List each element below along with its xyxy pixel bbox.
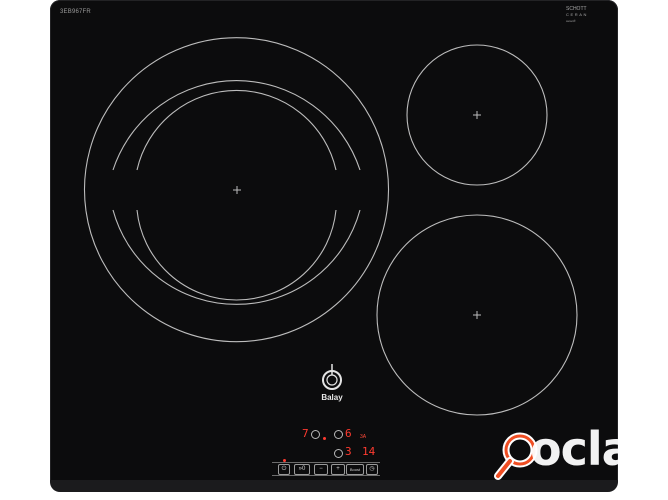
large-zone-inner-ring-bottom bbox=[136, 209, 337, 301]
large-zone-middle-ring bbox=[112, 80, 361, 171]
large-zone-outer-ring bbox=[83, 37, 390, 212]
zone-right-power-display: 3 bbox=[345, 445, 352, 458]
timer-button[interactable]: ◷ bbox=[366, 464, 378, 475]
watermark-text: oclasf bbox=[530, 422, 668, 476]
zone-mid-select-ring[interactable] bbox=[334, 430, 343, 439]
boost-button[interactable]: Boost bbox=[346, 464, 364, 475]
zone-left-power-display: 7 bbox=[302, 427, 309, 440]
zone-left-active-dot bbox=[323, 437, 326, 440]
large-zone-middle-ring-bottom bbox=[112, 209, 361, 305]
large-zone-center-mark bbox=[233, 186, 241, 194]
small-zone-center-mark bbox=[473, 111, 481, 119]
plus-button[interactable]: + bbox=[331, 464, 345, 475]
medium-zone-center-mark bbox=[473, 311, 481, 319]
zone-left-select-ring[interactable] bbox=[311, 430, 320, 439]
large-zone-outer-ring-bottom bbox=[85, 210, 388, 343]
large-zone-inner-ring bbox=[136, 89, 337, 171]
lock-button[interactable]: »0 bbox=[294, 464, 310, 475]
power-button[interactable]: ⏻ bbox=[278, 464, 290, 475]
brand-name: Balay bbox=[321, 393, 343, 402]
timer-display: 14 bbox=[362, 445, 376, 458]
power-indicator-dot bbox=[283, 459, 286, 462]
minus-button[interactable]: − bbox=[314, 464, 328, 475]
zone-right-select-ring[interactable] bbox=[334, 449, 343, 458]
zone-tiny-indicator: 3A bbox=[360, 434, 367, 440]
zone-mid-power-display: 6 bbox=[345, 427, 352, 440]
